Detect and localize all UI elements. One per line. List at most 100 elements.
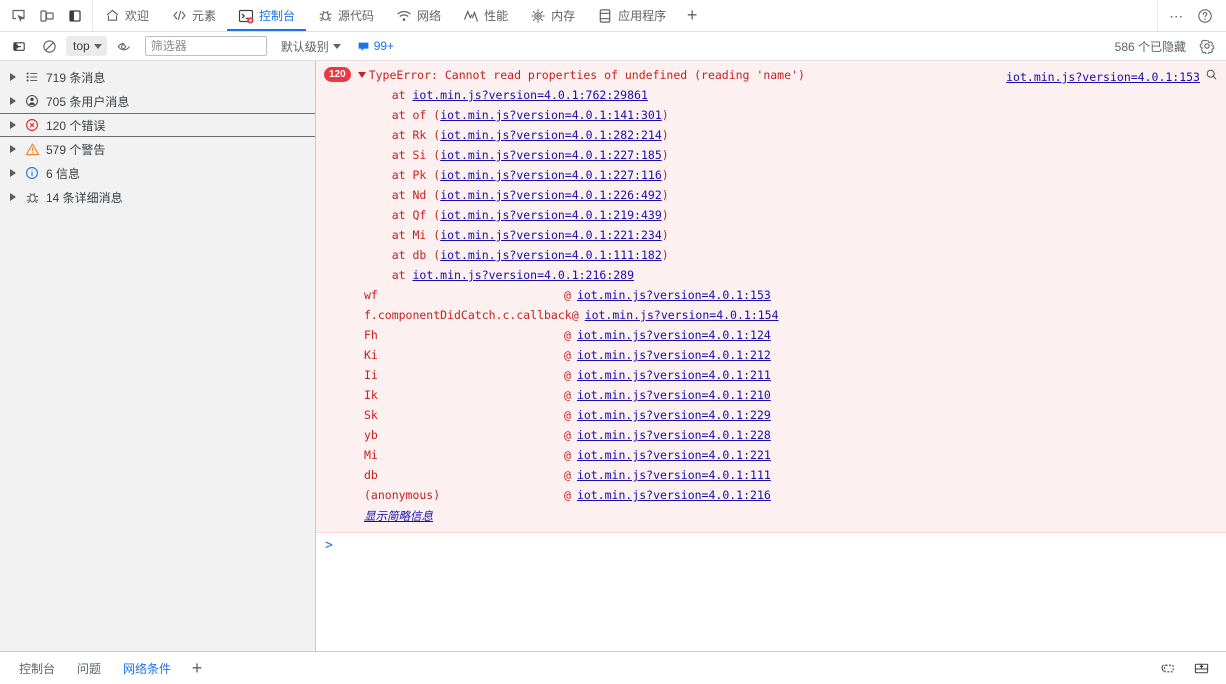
stack-open: ( xyxy=(426,168,441,182)
console-sidebar: 719 条消息 705 条用户消息 120 个错误 579 个警告 6 信息 1… xyxy=(0,61,316,651)
frame-link[interactable]: iot.min.js?version=4.0.1:154 xyxy=(585,305,779,325)
expand-triangle-icon[interactable] xyxy=(10,193,16,201)
frame-link[interactable]: iot.min.js?version=4.0.1:211 xyxy=(577,365,771,385)
frame-link[interactable]: iot.min.js?version=4.0.1:212 xyxy=(577,345,771,365)
drawer-tab-console[interactable]: 控制台 xyxy=(8,652,66,684)
frame-function: (anonymous) xyxy=(364,488,441,502)
stack-fn: Qf xyxy=(412,208,427,222)
drawer-tab-network-conditions[interactable]: 网络条件 xyxy=(112,652,183,684)
stack-fn: of xyxy=(412,108,427,122)
no-entry-icon[interactable] xyxy=(36,33,62,59)
application-panel-icon xyxy=(597,8,613,24)
devtools-left-tools xyxy=(0,0,93,31)
sidebar-item-info[interactable]: 6 信息 xyxy=(0,161,315,185)
error-frames-list: wf @ iot.min.js?version=4.0.1:153 f.compon… xyxy=(316,285,1226,505)
stack-link[interactable]: iot.min.js?version=4.0.1:227:185 xyxy=(440,148,662,162)
stack-link[interactable]: iot.min.js?version=4.0.1:141:301 xyxy=(440,108,662,122)
performance-pulse-icon xyxy=(463,8,479,24)
list-icon xyxy=(24,69,40,85)
magnifier-icon[interactable] xyxy=(1205,68,1218,81)
drawer-dock-icon[interactable] xyxy=(1188,655,1214,681)
filter-input[interactable] xyxy=(144,36,267,56)
frame-link[interactable]: iot.min.js?version=4.0.1:111 xyxy=(577,465,771,485)
expand-triangle-icon[interactable] xyxy=(10,121,16,129)
help-icon[interactable] xyxy=(1192,3,1218,29)
frame-function: Ki xyxy=(364,348,378,362)
stack-link[interactable]: iot.min.js?version=4.0.1:219:439 xyxy=(440,208,662,222)
device-toolbar-icon[interactable] xyxy=(34,3,60,29)
sidebar-item-errors[interactable]: 120 个错误 xyxy=(0,113,315,137)
stack-prefix: at xyxy=(364,208,413,222)
stack-link[interactable]: iot.min.js?version=4.0.1:111:182 xyxy=(440,248,662,262)
dock-side-icon[interactable] xyxy=(62,3,88,29)
frame-row: (anonymous) @ iot.min.js?version=4.0.1:216 xyxy=(316,485,1226,505)
tab-memory[interactable]: 内存 xyxy=(519,0,586,31)
stack-fn: Rk xyxy=(412,128,427,142)
more-options-icon[interactable]: ⋯ xyxy=(1164,3,1190,29)
frame-link[interactable]: iot.min.js?version=4.0.1:229 xyxy=(577,405,771,425)
frame-link[interactable]: iot.min.js?version=4.0.1:210 xyxy=(577,385,771,405)
stack-close: ) xyxy=(661,108,669,122)
error-source-link[interactable]: iot.min.js?version=4.0.1:153 xyxy=(1006,67,1200,87)
console-error-message[interactable]: 120 TypeError: Cannot read properties of… xyxy=(316,61,1226,533)
stack-prefix: at xyxy=(364,168,413,182)
frame-link[interactable]: iot.min.js?version=4.0.1:124 xyxy=(577,325,771,345)
tab-elements[interactable]: 元素 xyxy=(160,0,227,31)
frame-link[interactable]: iot.min.js?version=4.0.1:216 xyxy=(577,485,771,505)
issues-count-label: 99+ xyxy=(373,39,395,53)
issues-counter[interactable]: 99+ xyxy=(357,39,394,53)
show-less-link[interactable]: 显示简略信息 xyxy=(364,509,433,523)
log-level-selector[interactable]: 默认级别 xyxy=(281,38,341,55)
info-icon xyxy=(24,165,40,181)
drawer-tab-issues[interactable]: 问题 xyxy=(66,652,112,684)
console-messages-view[interactable]: 120 TypeError: Cannot read properties of… xyxy=(316,61,1226,651)
stack-link[interactable]: iot.min.js?version=4.0.1:226:492 xyxy=(440,188,662,202)
frame-link[interactable]: iot.min.js?version=4.0.1:153 xyxy=(577,285,771,305)
expand-triangle-icon[interactable] xyxy=(10,73,16,81)
stack-link[interactable]: iot.min.js?version=4.0.1:282:214 xyxy=(440,128,662,142)
error-repeat-badge[interactable]: 120 xyxy=(324,67,351,82)
tab-welcome[interactable]: 欢迎 xyxy=(93,0,160,31)
sidebar-item-messages[interactable]: 719 条消息 xyxy=(0,65,315,89)
frame-link[interactable]: iot.min.js?version=4.0.1:221 xyxy=(577,445,771,465)
gear-icon[interactable] xyxy=(1194,33,1220,59)
error-icon xyxy=(24,117,40,133)
stack-close: ) xyxy=(661,208,669,222)
expand-triangle-icon[interactable] xyxy=(10,169,16,177)
sidebar-item-warnings[interactable]: 579 个警告 xyxy=(0,137,315,161)
expand-triangle-icon[interactable] xyxy=(10,97,16,105)
clear-console-icon[interactable] xyxy=(6,33,32,59)
stack-link[interactable]: iot.min.js?version=4.0.1:216:289 xyxy=(412,268,634,282)
stack-line: at of (iot.min.js?version=4.0.1:141:301) xyxy=(316,105,1226,125)
devices-icon[interactable] xyxy=(1154,655,1180,681)
stack-link[interactable]: iot.min.js?version=4.0.1:221:234 xyxy=(440,228,662,242)
frame-row: wf @ iot.min.js?version=4.0.1:153 xyxy=(316,285,1226,305)
code-brackets-icon xyxy=(171,8,187,24)
sidebar-item-verbose[interactable]: 14 条详细消息 xyxy=(0,185,315,209)
tab-network[interactable]: 网络 xyxy=(385,0,452,31)
console-filter-toolbar: top 默认级别 99+ 586 个已隐藏 xyxy=(0,32,1226,61)
sidebar-item-user-messages[interactable]: 705 条用户消息 xyxy=(0,89,315,113)
stack-fn: db xyxy=(412,248,427,262)
tab-performance[interactable]: 性能 xyxy=(452,0,519,31)
add-panel-button[interactable]: + xyxy=(677,0,707,31)
execution-context-selector[interactable]: top xyxy=(66,36,107,56)
tab-sources[interactable]: 源代码 xyxy=(306,0,385,31)
frame-function: f.componentDidCatch.c.callback xyxy=(364,308,572,322)
stack-link[interactable]: iot.min.js?version=4.0.1:762:29861 xyxy=(412,88,647,102)
live-expression-icon[interactable] xyxy=(111,33,137,59)
stack-open: ( xyxy=(426,248,441,262)
frame-function: Fh xyxy=(364,328,378,342)
frame-function: yb xyxy=(364,428,378,442)
drawer-add-tab-button[interactable]: + xyxy=(182,652,212,684)
collapse-triangle-icon[interactable] xyxy=(357,72,366,78)
console-prompt[interactable]: > xyxy=(316,535,1226,556)
frame-link[interactable]: iot.min.js?version=4.0.1:228 xyxy=(577,425,771,445)
frame-function: Mi xyxy=(364,448,378,462)
tab-console[interactable]: 控制台 xyxy=(227,0,307,31)
expand-triangle-icon[interactable] xyxy=(10,145,16,153)
frame-function: Ik xyxy=(364,388,378,402)
stack-link[interactable]: iot.min.js?version=4.0.1:227:116 xyxy=(440,168,662,182)
tab-application[interactable]: 应用程序 xyxy=(586,0,677,31)
inspect-element-icon[interactable] xyxy=(6,3,32,29)
